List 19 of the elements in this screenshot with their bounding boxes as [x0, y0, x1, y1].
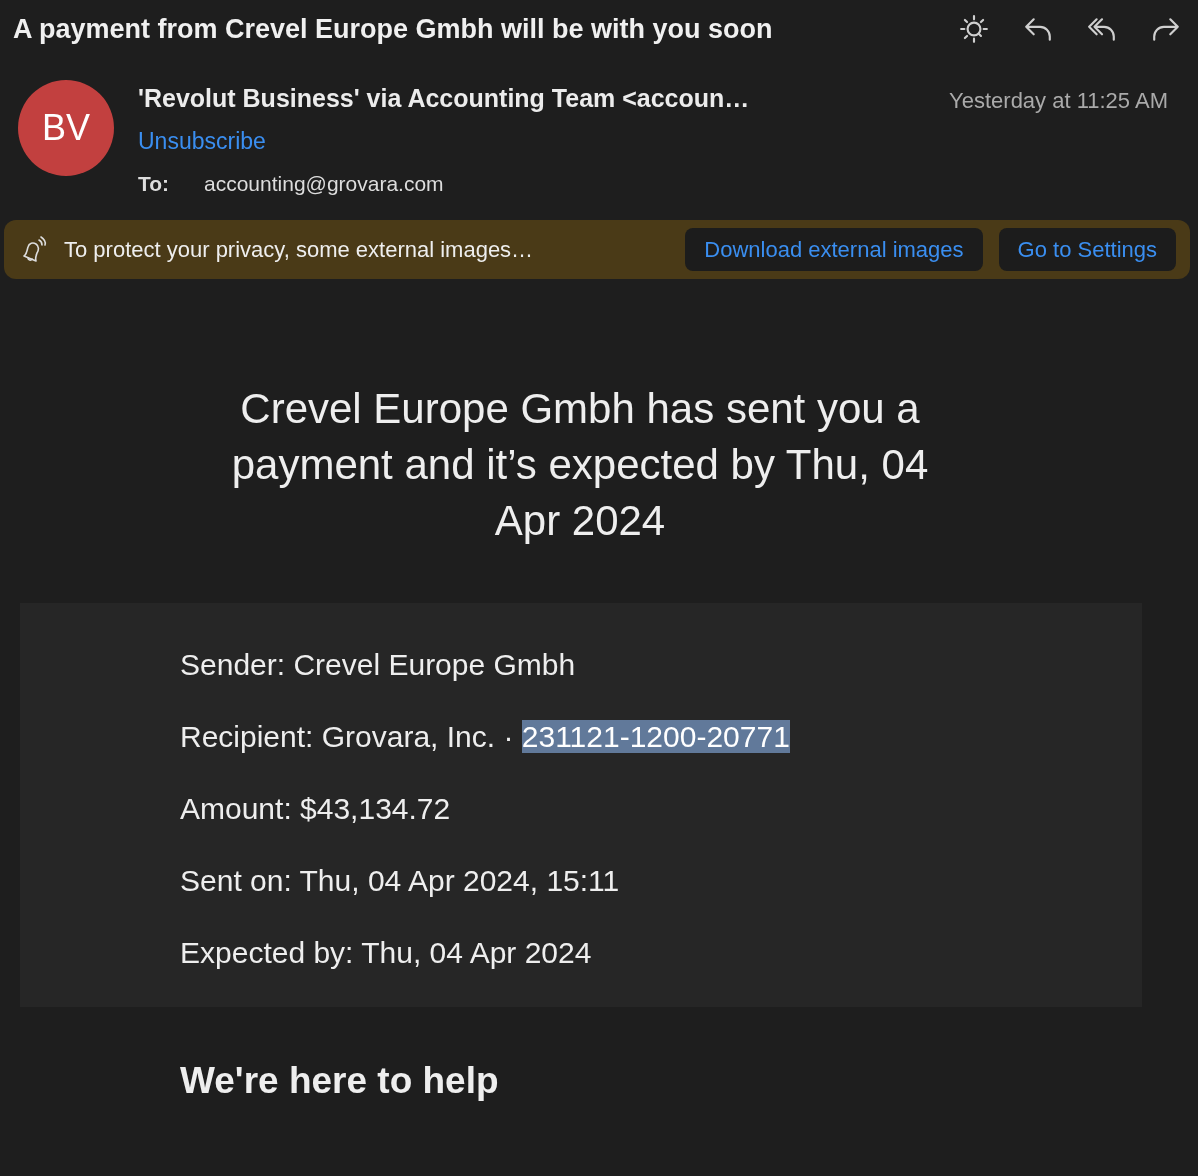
detail-line: Expected by: Thu, 04 Apr 2024 — [180, 934, 593, 971]
to-label: To: — [138, 171, 171, 197]
detail-line: Amount: $43,134.72 — [180, 790, 452, 827]
privacy-message: To protect your privacy, some external images… — [64, 235, 535, 264]
bell-icon — [20, 235, 48, 263]
sun-icon — [959, 14, 989, 44]
settings-button[interactable]: Go to Settings — [998, 227, 1176, 271]
detail-line: Sent on: Thu, 04 Apr 2024, 15:11 — [180, 862, 621, 899]
detail-line: Recipient: Grovara, Inc. · 231121-1200-20771 — [180, 718, 791, 755]
email-subject: A payment from Crevel Europe Gmbh will be with you soon — [13, 12, 773, 46]
recipient-address: accounting@grovara.com — [204, 171, 444, 197]
unsubscribe-link[interactable]: Unsubscribe — [138, 123, 266, 158]
email-headline: Crevel Europe Gmbh has sent you a payment and it’s expected by Thu, 04 Apr 2024 — [230, 383, 930, 546]
detail-line: Sender: Crevel Europe Gmbh — [180, 646, 577, 683]
section-heading: We're here to help — [180, 1058, 500, 1103]
sender-name: 'Revolut Business' via Accounting Team <accoun… — [138, 83, 751, 114]
avatar: BV — [18, 80, 114, 176]
download-images-button[interactable]: Download external images — [685, 227, 983, 271]
received-time: Yesterday at 11:25 AM — [949, 87, 1168, 115]
